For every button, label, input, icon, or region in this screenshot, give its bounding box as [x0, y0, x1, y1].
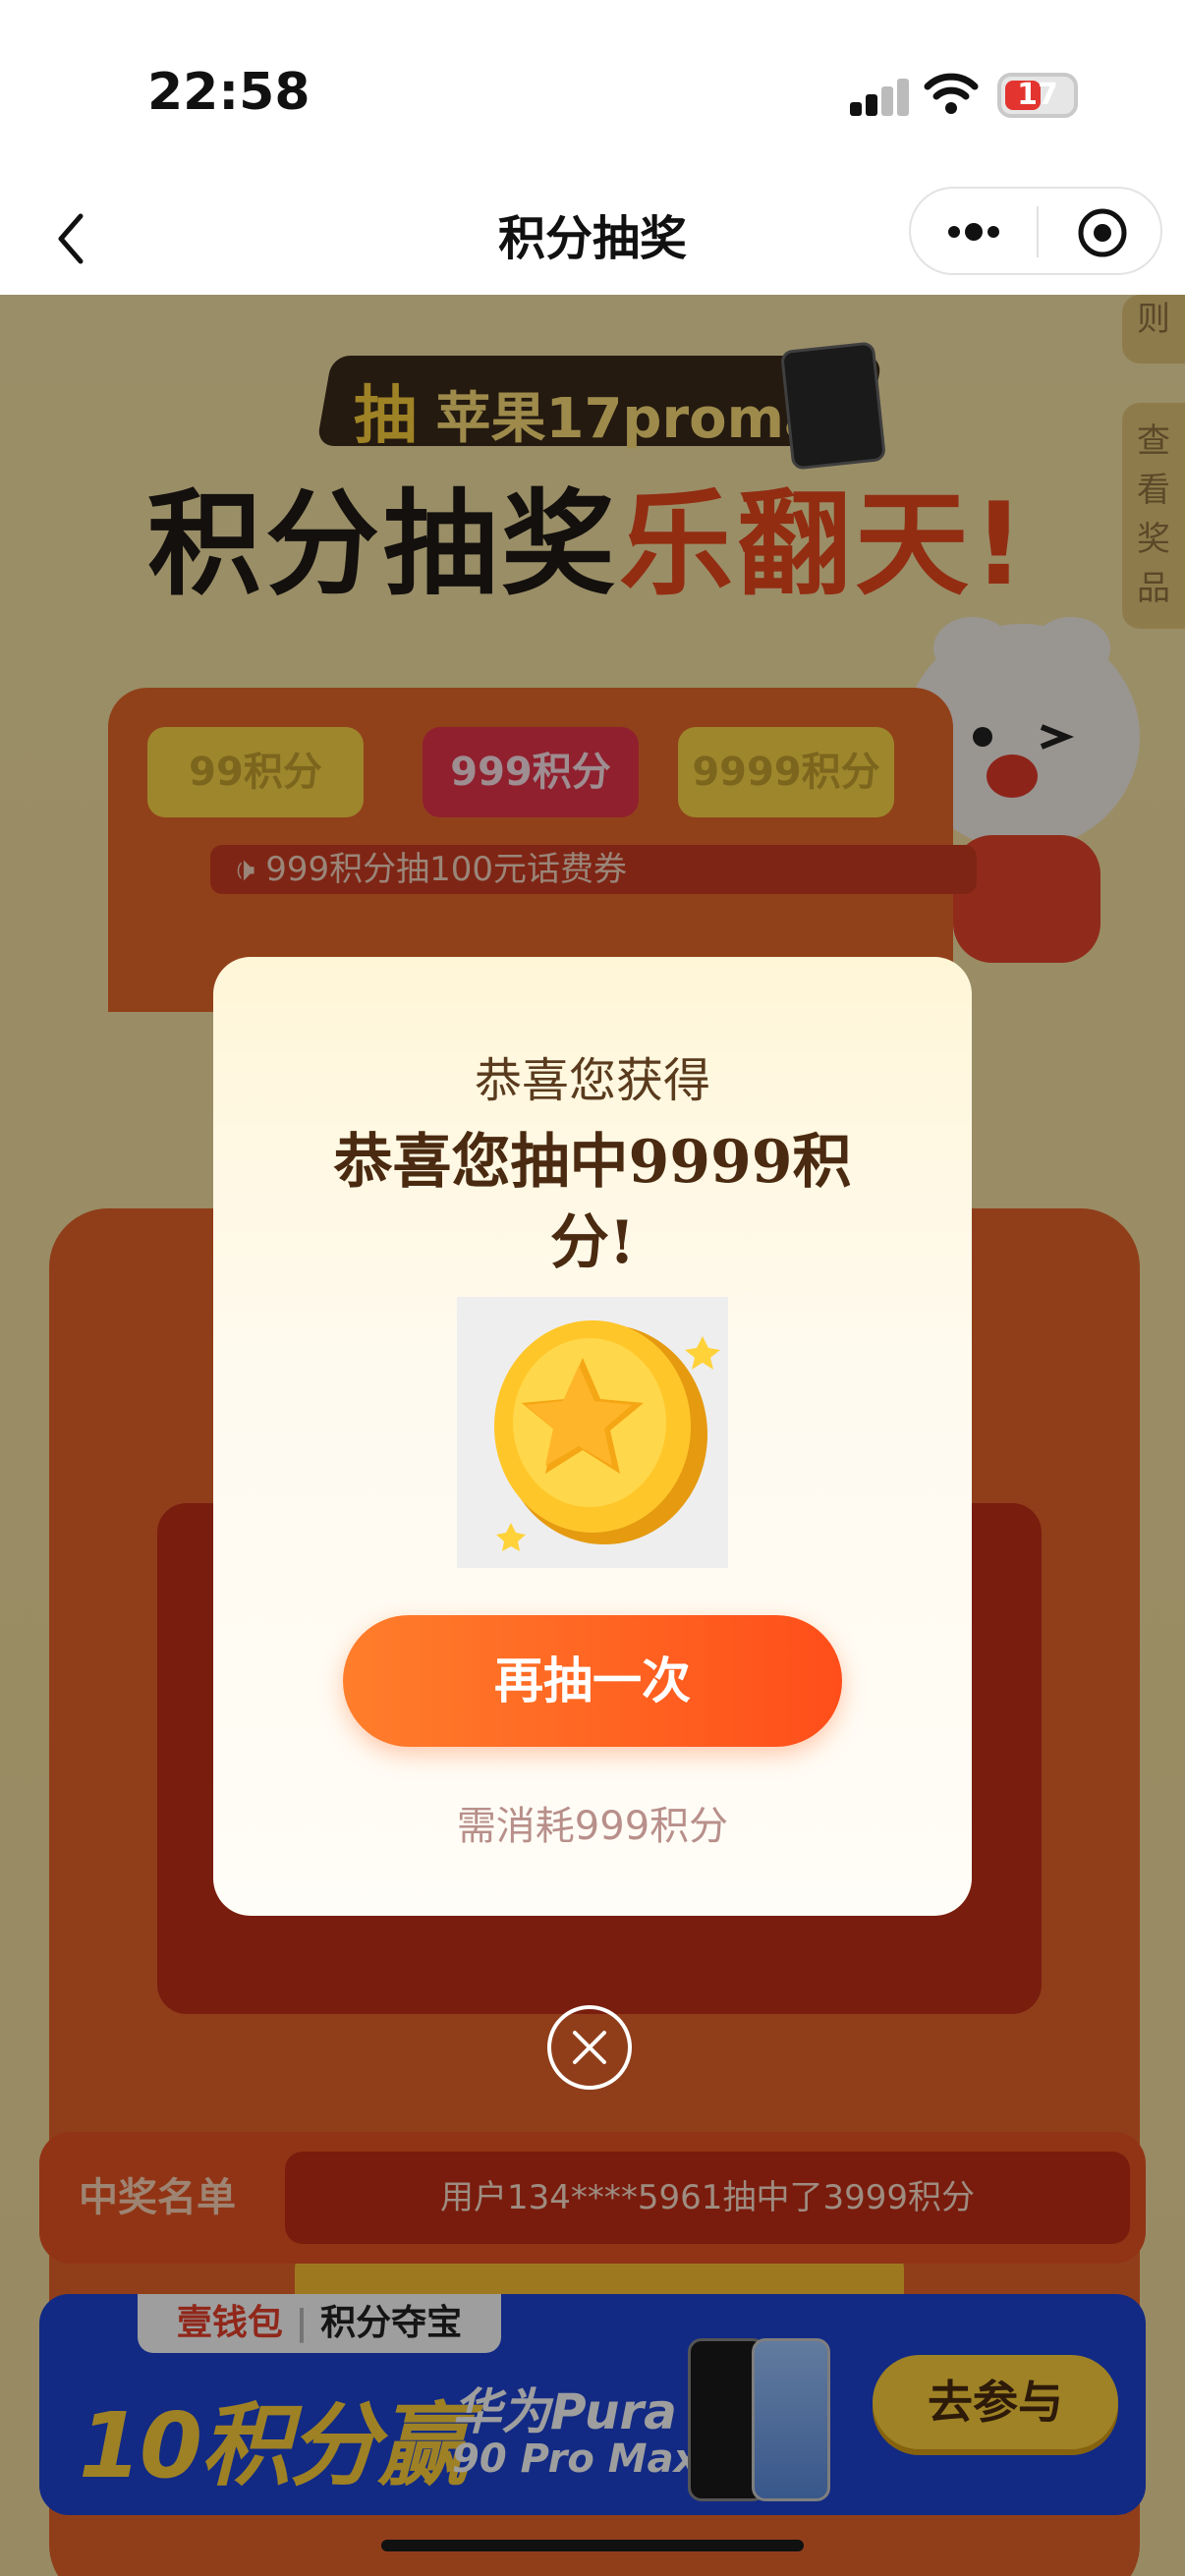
cost-note: 需消耗999积分 [456, 1804, 729, 1849]
coin-image [457, 1297, 728, 1568]
result-modal: 恭喜您获得 恭喜您抽中9999积分! 再抽一次 需消耗999积分 [213, 957, 972, 1916]
wifi-icon [924, 73, 979, 114]
more-icon[interactable] [944, 214, 1003, 250]
modal-subtitle: 恭喜您获得 [474, 1053, 710, 1108]
status-time: 22:58 [147, 63, 310, 122]
battery-icon: 17 [997, 73, 1078, 118]
modal-title: 恭喜您抽中9999积分! [333, 1128, 852, 1277]
signal-icon [850, 77, 909, 116]
star-coin-icon [494, 1320, 720, 1551]
close-modal-button[interactable] [547, 2005, 632, 2090]
battery-level: 17 [1017, 78, 1058, 112]
close-icon [573, 2031, 606, 2064]
close-miniprogram-icon[interactable] [1076, 206, 1129, 259]
draw-again-button[interactable]: 再抽一次 [343, 1615, 842, 1747]
mini-program-capsule [909, 187, 1162, 275]
home-indicator[interactable] [381, 2540, 804, 2551]
nav-bar: 积分抽奖 [0, 187, 1185, 295]
status-bar: 22:58 17 [0, 0, 1185, 187]
